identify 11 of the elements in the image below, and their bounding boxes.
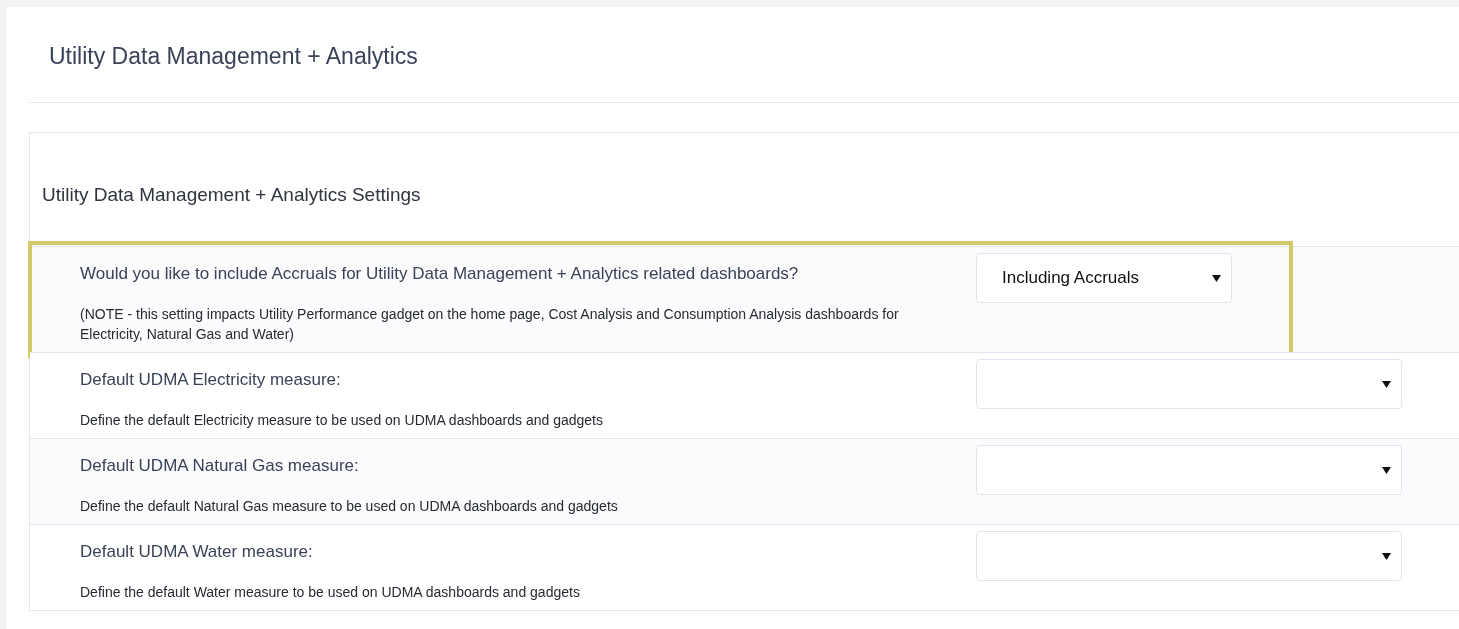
setting-description: (NOTE - this setting impacts Utility Performance gadget on the home page, Cost Analysis and Consumption Analysis dashboards for Electricity, Natural Gas and Water) [80,305,900,344]
setting-description: Define the default Electricity measure to be used on UDMA dashboards and gadgets [80,411,604,430]
setting-label: Default UDMA Water measure: [80,542,314,562]
setting-label: Default UDMA Natural Gas measure: [80,456,360,476]
settings-heading: Utility Data Management + Analytics Settings [41,183,422,207]
setting-description: Define the default Water measure to be used on UDMA dashboards and gadgets [80,583,581,602]
setting-label: Would you like to include Accruals for Utility Data Management + Analytics related dashboards? [80,264,800,284]
page-title: Utility Data Management + Analytics [48,42,419,71]
dropdown-select[interactable]: Including Accruals [976,253,1232,303]
setting-label: Default UDMA Electricity measure: [80,370,342,390]
setting-description: Define the default Natural Gas measure to be used on UDMA dashboards and gadgets [80,497,619,516]
